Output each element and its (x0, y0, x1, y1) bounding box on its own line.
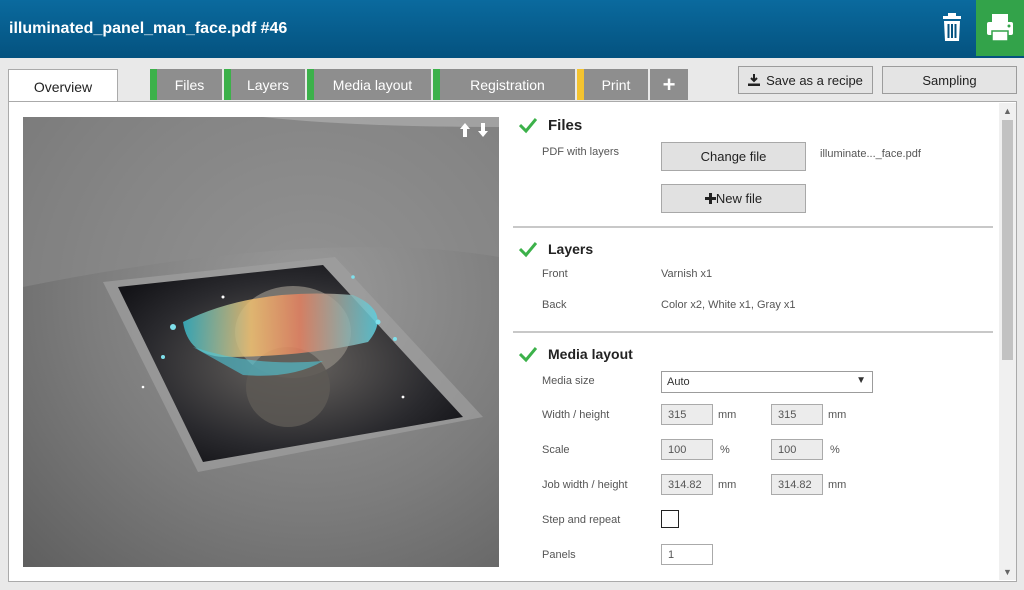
preview-scene (23, 117, 499, 472)
app-header: illuminated_panel_man_face.pdf #46 (0, 0, 1024, 58)
printer-icon (987, 14, 1013, 42)
layers-header: Layers (513, 234, 993, 264)
job-height-input[interactable]: 314.82 (771, 474, 823, 495)
front-row: Front Varnish x1 (513, 264, 993, 295)
width-input[interactable]: 315 (661, 404, 713, 425)
sampling-button[interactable]: Sampling (882, 66, 1017, 94)
front-value: Varnish x1 (661, 268, 713, 280)
files-header: Files (513, 110, 993, 140)
tab-overview[interactable]: Overview (8, 69, 118, 103)
job-height-unit: mm (828, 479, 847, 491)
scale-y-input[interactable]: 100 (771, 439, 823, 460)
arrow-up-down-icon (460, 123, 488, 137)
view-toggle[interactable] (459, 123, 491, 142)
width-height-label: Width / height (542, 409, 610, 421)
check-icon (519, 242, 537, 258)
media-size-row: Media size Auto ▼ (513, 369, 993, 399)
job-width-input[interactable]: 314.82 (661, 474, 713, 495)
trash-icon (943, 13, 961, 41)
settings-summary: Files PDF with layers Change file illumi… (513, 110, 993, 576)
layers-section: Layers Front Varnish x1 Back Color x2, W… (513, 234, 993, 333)
scale-x-input[interactable]: 100 (661, 439, 713, 460)
check-icon (519, 347, 537, 363)
print-button[interactable] (976, 0, 1024, 56)
tab-layers[interactable]: Layers (224, 69, 305, 100)
scale-x-unit: % (720, 444, 730, 456)
scale-y-unit: % (830, 444, 840, 456)
width-unit: mm (718, 409, 737, 421)
media-layout-section: Media layout Media size Auto ▼ Width / h… (513, 339, 993, 574)
tab-files[interactable]: Files (150, 69, 222, 100)
scroll-down-icon[interactable]: ▼ (1002, 566, 1013, 578)
step-repeat-checkbox[interactable] (661, 510, 679, 528)
files-section: Files PDF with layers Change file illumi… (513, 110, 993, 228)
save-recipe-label: Save as a recipe (766, 72, 863, 88)
tab-registration[interactable]: Registration (433, 69, 575, 100)
check-icon (519, 118, 537, 134)
add-step-button[interactable]: + (650, 69, 688, 100)
scale-label: Scale (542, 444, 570, 456)
front-label: Front (542, 268, 568, 280)
scroll-thumb[interactable] (1002, 120, 1013, 360)
media-size-label: Media size (542, 375, 595, 387)
back-label: Back (542, 299, 567, 311)
delete-button[interactable] (932, 8, 972, 48)
layers-title: Layers (548, 241, 594, 257)
tab-print[interactable]: Print (577, 69, 648, 100)
download-icon (748, 74, 761, 86)
height-unit: mm (828, 409, 847, 421)
width-height-row: Width / height 315 mm 315 mm (513, 399, 993, 434)
step-repeat-label: Step and repeat (542, 514, 621, 526)
file-name: illuminate..._face.pdf (820, 148, 921, 160)
print-preview-3d[interactable] (23, 117, 499, 567)
media-size-select[interactable]: Auto ▼ (661, 371, 873, 393)
job-width-unit: mm (718, 479, 737, 491)
back-row: Back Color x2, White x1, Gray x1 (513, 295, 993, 326)
chevron-down-icon: ▼ (856, 375, 866, 386)
plus-icon (704, 193, 716, 204)
job-size-label: Job width / height (542, 479, 628, 491)
new-file-label: New file (715, 191, 763, 206)
scroll-up-icon[interactable]: ▲ (1002, 105, 1013, 117)
save-recipe-button[interactable]: Save as a recipe (738, 66, 873, 94)
height-input[interactable]: 315 (771, 404, 823, 425)
files-title: Files (548, 116, 583, 134)
scale-row: Scale 100 % 100 % (513, 434, 993, 469)
pdf-label: PDF with layers (542, 146, 620, 158)
settings-scrollbar[interactable]: ▲ ▼ (999, 103, 1016, 580)
overview-panel: Files PDF with layers Change file illumi… (8, 101, 1017, 582)
media-layout-title: Media layout (548, 346, 633, 362)
new-file-button[interactable]: New file (661, 184, 806, 213)
back-value: Color x2, White x1, Gray x1 (661, 299, 796, 311)
panels-row: Panels 1 (513, 539, 993, 574)
pdf-row: PDF with layers Change file illuminate..… (513, 140, 993, 172)
panels-label: Panels (542, 549, 576, 561)
tab-media-layout[interactable]: Media layout (307, 69, 431, 100)
step-repeat-row: Step and repeat (513, 504, 993, 539)
change-file-button[interactable]: Change file (661, 142, 806, 171)
job-title: illuminated_panel_man_face.pdf #46 (9, 20, 288, 37)
media-layout-header: Media layout (513, 339, 993, 369)
media-size-value: Auto (667, 376, 690, 388)
job-size-row: Job width / height 314.82 mm 314.82 mm (513, 469, 993, 504)
panels-input[interactable]: 1 (661, 544, 713, 565)
